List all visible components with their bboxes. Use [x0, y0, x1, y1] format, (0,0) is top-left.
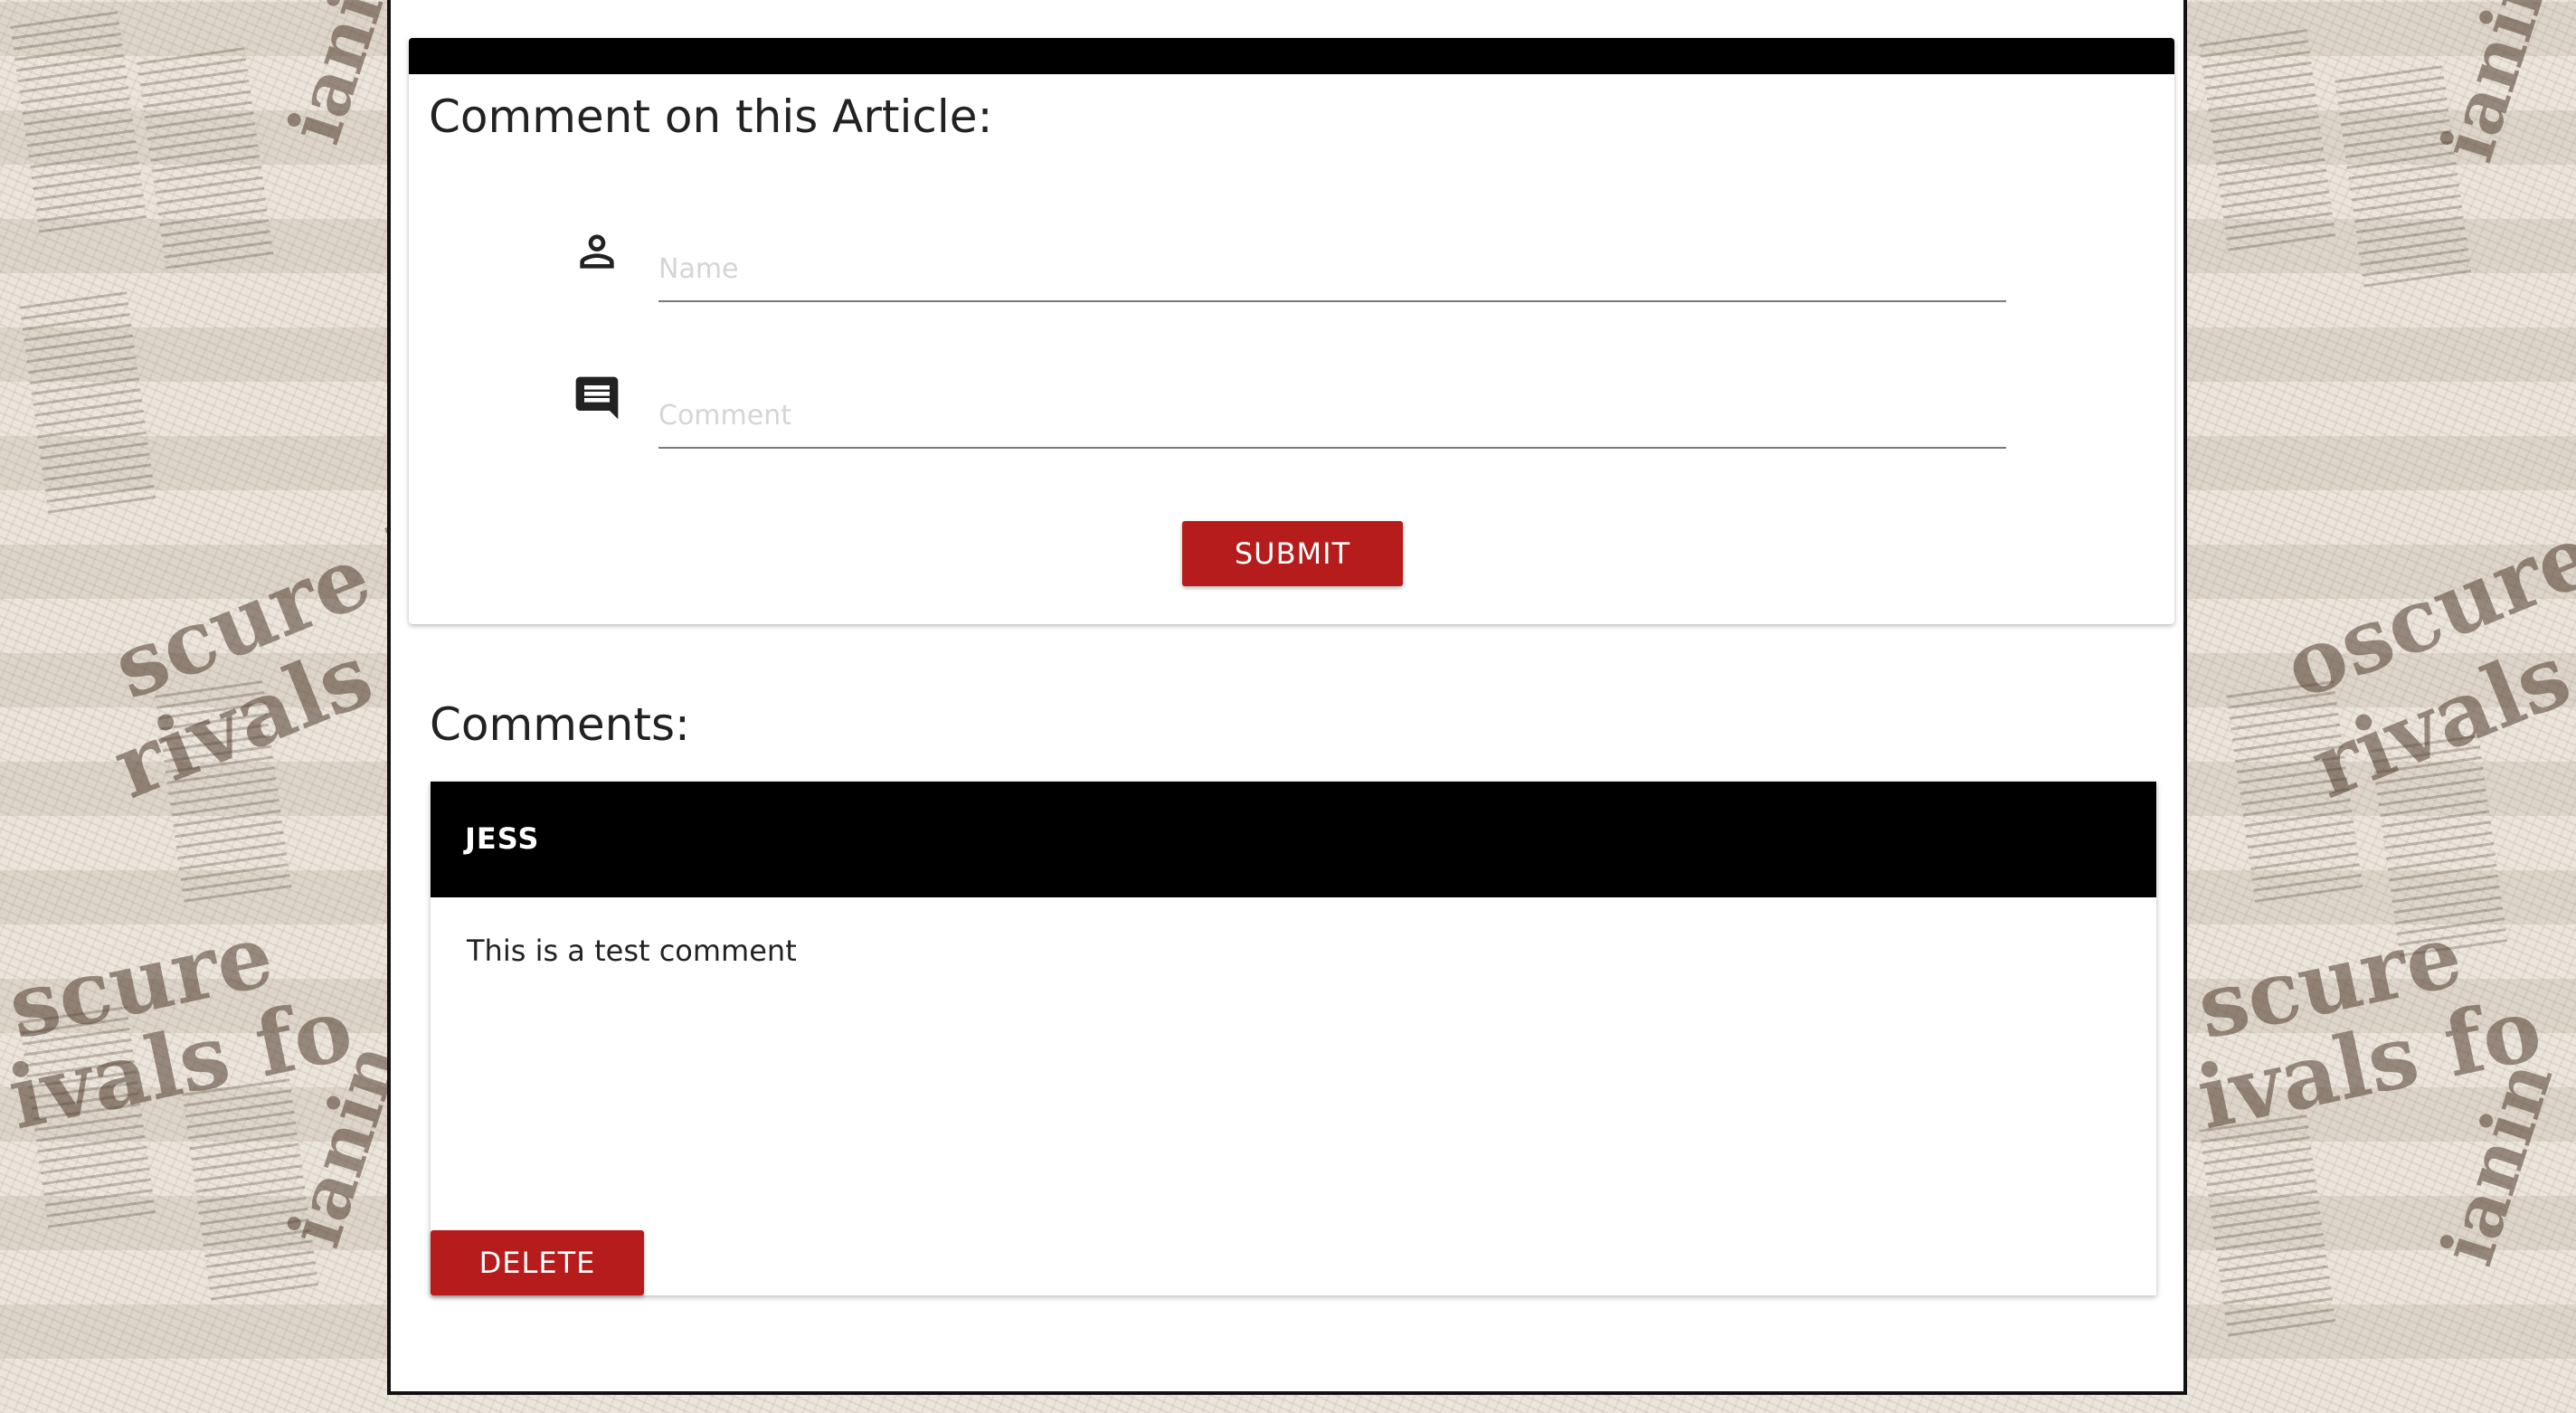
comment-field	[572, 347, 2037, 456]
comment-form-title: Comment on this Article:	[429, 90, 993, 143]
comment-author: JESS	[465, 821, 540, 856]
person-icon	[572, 226, 622, 277]
newspaper-background-right: ianin oscure D rivals fo scure ivals fo …	[2189, 0, 2576, 1413]
main-content-container: Comment on this Article: SUBMIT Comments…	[387, 0, 2187, 1395]
comment-card: JESS This is a test comment DELETE	[431, 782, 2156, 1295]
comment-icon	[572, 373, 622, 423]
submit-button[interactable]: SUBMIT	[1182, 521, 1403, 586]
name-input[interactable]	[658, 237, 2006, 302]
comments-heading: Comments:	[430, 698, 690, 751]
name-field	[572, 201, 2037, 309]
delete-button[interactable]: DELETE	[431, 1230, 644, 1295]
comment-header: JESS	[431, 782, 2156, 897]
form-card-header-bar	[409, 38, 2174, 74]
comment-text: This is a test comment	[467, 934, 797, 968]
comment-form-card: Comment on this Article: SUBMIT	[409, 38, 2174, 624]
newspaper-background-left: ianin scure D rivals fo scure ivals fo i…	[0, 0, 389, 1413]
comment-input[interactable]	[658, 384, 2006, 449]
